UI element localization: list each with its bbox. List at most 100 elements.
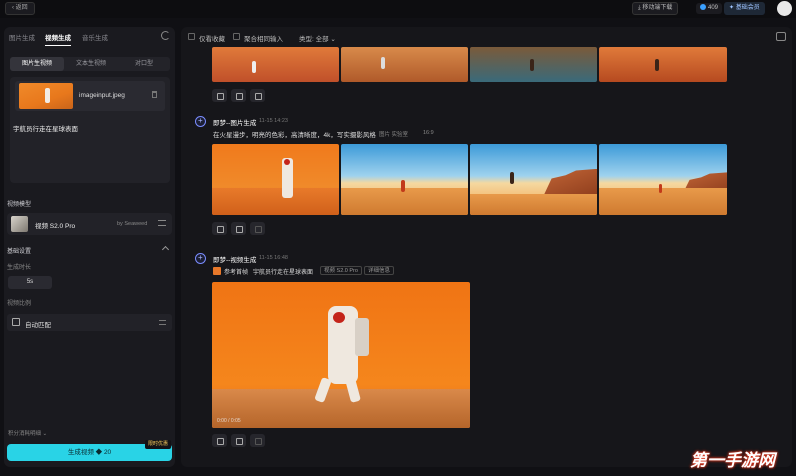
vip-label: 基础会员 (735, 5, 760, 11)
aspect-ratio-icon (12, 318, 20, 326)
vip-button[interactable]: ✦ 基础会员 (724, 2, 765, 15)
generate-cost: 20 (103, 449, 112, 456)
video-prompt: 宇航员行走在星球表面 (253, 270, 314, 276)
task-prompt: 在火星漫步，明亮的色彩，高清晰度，4k，写实摄影风格 (213, 132, 376, 139)
result-image[interactable] (470, 47, 597, 82)
generate-label: 生成视频 (67, 449, 94, 456)
back-label: 返回 (15, 5, 28, 11)
diamond-icon: ✦ (729, 5, 736, 11)
download-label: 移动端下载 (642, 5, 673, 11)
fav-checkbox[interactable] (188, 33, 195, 40)
result-row (212, 144, 727, 215)
task-header: 即梦--图片生成 11-15 14:23 (195, 116, 775, 128)
task-title: 即梦--视频生成 (213, 257, 257, 264)
task-time: 11-15 14:23 (259, 118, 288, 124)
result-actions (212, 222, 265, 235)
duration-label: 生成时长 (7, 265, 32, 271)
mobile-download-button[interactable]: ⤓ 移动端下载 (632, 2, 679, 15)
result-actions (212, 434, 265, 447)
result-image[interactable] (599, 47, 727, 82)
result-image[interactable] (212, 47, 339, 82)
video-frame (212, 388, 470, 428)
points-counter[interactable]: 409 (696, 3, 723, 14)
video-player[interactable]: 0:00 / 0:05 (212, 282, 470, 428)
result-actions (212, 89, 265, 102)
uploaded-filename: imageinput.jpeg (79, 92, 125, 99)
chevron-up-icon[interactable] (161, 245, 170, 254)
previous-result-row (212, 47, 727, 82)
aggregate-checkbox[interactable] (233, 33, 240, 40)
subtab-text-to-video[interactable]: 文本生视频 (64, 57, 118, 71)
edit-icon[interactable] (212, 89, 227, 102)
prompt-text[interactable]: 宇航员行走在星球表面 (13, 123, 78, 133)
folder-icon[interactable] (776, 32, 786, 41)
regenerate-icon[interactable] (231, 222, 246, 235)
site-watermark: 第一手游网 (690, 451, 775, 470)
result-image[interactable] (470, 144, 597, 215)
uploaded-thumbnail (19, 83, 73, 109)
result-image[interactable] (341, 144, 468, 215)
duration-option[interactable]: 5s (8, 276, 52, 289)
prompt-box[interactable]: imageinput.jpeg 宇航员行走在星球表面 (10, 77, 170, 183)
points-icon (700, 4, 706, 10)
video-subtabs: 图片生视频 文本生视频 对口型 (10, 57, 170, 71)
result-image[interactable] (341, 47, 468, 82)
video-timecode: 0:00 / 0:05 (217, 418, 241, 424)
upload-icon[interactable] (250, 89, 265, 102)
chevron-down-icon: ⌄ (41, 431, 48, 437)
regenerate-icon[interactable] (231, 89, 246, 102)
uploaded-image[interactable]: imageinput.jpeg (15, 81, 165, 111)
switch-icon (158, 220, 166, 226)
upscale-icon[interactable] (250, 434, 265, 447)
chevron-down-icon: ⌄ (328, 36, 336, 43)
result-image[interactable] (212, 144, 339, 215)
mode-tabs: 图片生成 视频生成 音乐生成 (4, 27, 175, 47)
credits-label: 积分消耗明细 (8, 431, 42, 437)
model-name: 视频 S2.0 Pro (35, 223, 76, 230)
model-thumbnail (11, 216, 28, 232)
filter-bar: 仅看收藏 聚合相同输入 类型: 全部 ⌄ (181, 27, 792, 47)
trash-icon[interactable] (152, 91, 157, 98)
points-value: 409 (708, 5, 719, 11)
avatar[interactable] (777, 1, 792, 16)
type-filter[interactable]: 类型: 全部 ⌄ (299, 33, 336, 43)
edit-icon[interactable] (212, 434, 227, 447)
generation-panel: 图片生成 视频生成 音乐生成 图片生视频 文本生视频 对口型 imageinpu… (4, 27, 175, 467)
generate-video-button[interactable]: 生成视频 ◆ 20 限时优惠 (7, 440, 172, 461)
basic-settings-label: 基础设置 (7, 249, 32, 255)
model-chip[interactable]: 视频 S2.0 Pro (320, 266, 362, 275)
tab-video-gen[interactable]: 视频生成 (45, 32, 71, 46)
task-ratio-tag: 16:9 (423, 130, 434, 136)
upscale-icon[interactable] (250, 222, 265, 235)
task-title: 即梦--图片生成 (213, 120, 257, 127)
top-bar: ‹ 返回 ⤓ 移动端下载 409 ✦ 基础会员 (0, 0, 796, 18)
fav-filter-label[interactable]: 仅看收藏 (199, 33, 225, 43)
subtab-lip-sync[interactable]: 对口型 (118, 57, 170, 71)
adjust-icon (159, 320, 166, 325)
results-feed: 仅看收藏 聚合相同输入 类型: 全部 ⌄ 即梦--图片生成 11-15 14:2… (181, 27, 792, 467)
model-section-label: 视频模型 (7, 202, 32, 208)
ratio-selector[interactable]: 自动匹配 (7, 314, 172, 331)
detail-chip[interactable]: 详细信息 (364, 266, 395, 275)
tab-image-gen[interactable]: 图片生成 (9, 32, 35, 42)
type-filter-label: 类型: 全部 (299, 36, 329, 43)
task-icon (195, 253, 206, 264)
back-button[interactable]: ‹ 返回 (5, 2, 35, 15)
reference-frame-label: 参考首帧 (224, 270, 249, 276)
aggregate-filter-label[interactable]: 聚合相同输入 (244, 33, 283, 43)
subtab-image-to-video[interactable]: 图片生视频 (10, 57, 64, 71)
credit-icon: ◆ (95, 449, 104, 456)
regenerate-icon[interactable] (231, 434, 246, 447)
credits-detail-link[interactable]: 积分消耗明细 ⌄ (8, 429, 47, 437)
ratio-label: 视频比例 (7, 301, 32, 307)
refresh-icon[interactable] (161, 31, 170, 40)
promo-badge: 限时优惠 (144, 440, 171, 449)
reference-frame-icon (213, 267, 221, 275)
result-image[interactable] (599, 144, 727, 215)
tab-music-gen[interactable]: 音乐生成 (82, 32, 108, 42)
model-provider: by Seaweed (117, 221, 148, 227)
task-header: 即梦--视频生成 11-15 16:48 (195, 253, 775, 265)
task-model-tag: 图片 实验室 (379, 132, 409, 138)
model-selector[interactable]: 视频 S2.0 Pro by Seaweed (7, 213, 172, 235)
edit-icon[interactable] (212, 222, 227, 235)
